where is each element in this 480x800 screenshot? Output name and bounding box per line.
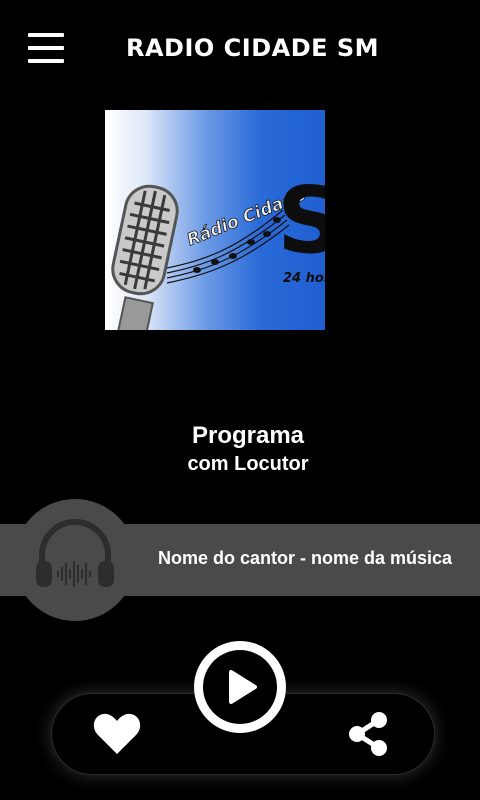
play-button-inner bbox=[203, 650, 277, 724]
microphone-icon bbox=[111, 184, 179, 330]
app-title: RADIO CIDADE SM bbox=[126, 34, 380, 62]
logo-big-text: SM bbox=[277, 167, 325, 274]
hamburger-menu-icon[interactable] bbox=[28, 33, 64, 65]
play-button[interactable] bbox=[194, 641, 286, 733]
headphones-icon bbox=[36, 519, 114, 587]
now-playing-text: Nome do cantor - nome da música bbox=[158, 548, 453, 568]
program-title: Programa bbox=[191, 422, 305, 449]
logo-tagline: 24 horas bbox=[283, 271, 325, 286]
heart-icon[interactable] bbox=[92, 710, 142, 758]
now-playing-art bbox=[14, 499, 136, 621]
station-logo-art: Rádio Cidade SM 24 horas bbox=[111, 167, 325, 330]
station-logo: Rádio Cidade SM 24 horas bbox=[105, 110, 325, 330]
program-subtitle: com Locutor bbox=[187, 453, 309, 475]
top-bar: RADIO CIDADE SM bbox=[0, 0, 480, 100]
share-icon[interactable] bbox=[345, 710, 391, 758]
play-icon bbox=[229, 670, 257, 704]
